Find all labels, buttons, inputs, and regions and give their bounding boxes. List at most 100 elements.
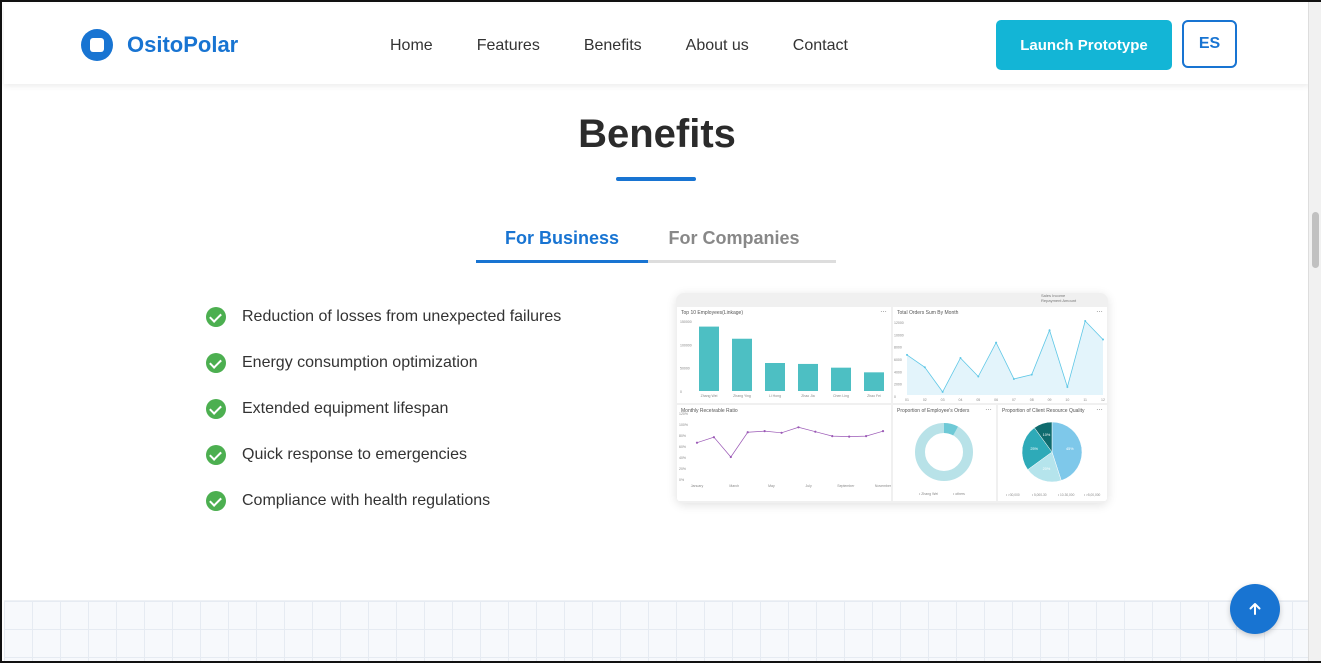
- x-tick-label: 06: [994, 398, 998, 402]
- data-point: [1102, 338, 1104, 341]
- legend-label: • others: [953, 492, 965, 496]
- donut-slice: [915, 423, 973, 481]
- bar: [765, 363, 785, 391]
- nav-benefits[interactable]: Benefits: [584, 37, 642, 55]
- launch-prototype-button[interactable]: Launch Prototype: [996, 20, 1172, 70]
- tab-for-business[interactable]: For Business: [476, 220, 648, 263]
- tick-label: 100%: [679, 423, 688, 427]
- tick-label: 50000: [680, 367, 690, 371]
- tick-label: 6000: [894, 358, 902, 362]
- logo[interactable]: OsitoPolar: [81, 29, 238, 61]
- nav-about-us[interactable]: About us: [686, 37, 749, 55]
- back-to-top-button[interactable]: [1230, 584, 1280, 634]
- arrow-up-icon: [1249, 603, 1261, 615]
- benefit-tabs: For Business For Companies: [476, 220, 836, 263]
- tick-label: 4000: [894, 370, 902, 374]
- data-label: 10%: [1043, 433, 1051, 437]
- browser-frame: OsitoPolar Home Features Benefits About …: [0, 0, 1321, 663]
- tick-label: 12000: [894, 321, 904, 325]
- data-point: [763, 430, 766, 433]
- data-point: [780, 431, 783, 434]
- site-header: OsitoPolar Home Features Benefits About …: [4, 4, 1310, 84]
- scrollbar-thumb[interactable]: [1312, 212, 1319, 268]
- x-tick-label: May: [768, 484, 775, 488]
- legend-label: • Zhang Wei: [919, 492, 938, 496]
- data-point: [941, 390, 944, 393]
- more-icon: …: [1096, 307, 1103, 314]
- nav-contact[interactable]: Contact: [793, 37, 848, 55]
- tick-label: 0: [894, 395, 896, 399]
- scrollbar[interactable]: [1308, 2, 1321, 661]
- bar: [699, 326, 719, 391]
- data-point: [831, 435, 834, 438]
- legend-label: • 5,000-30: [1032, 493, 1047, 497]
- more-icon: …: [985, 405, 992, 412]
- dashboard-preview-image: Sales Income Repayment Amount Top 10 Emp…: [676, 293, 1108, 503]
- x-tick-label: 07: [1012, 398, 1016, 402]
- data-point: [864, 435, 868, 438]
- x-tick-label: 03: [941, 398, 945, 402]
- data-point: [1012, 377, 1015, 380]
- data-point: [746, 431, 749, 434]
- data-label: 25%: [1030, 447, 1038, 451]
- x-tick-label: 12: [1101, 398, 1105, 402]
- logo-text: OsitoPolar: [127, 32, 239, 57]
- data-point: [1048, 329, 1051, 332]
- x-tick-label: Zhao Jia: [801, 394, 814, 398]
- logo-icon: [81, 29, 113, 61]
- tab-for-companies[interactable]: For Companies: [648, 220, 820, 260]
- bar-panel: Top 10 Employees(Linkage) … 150000 100000…: [677, 307, 891, 403]
- list-item: Quick response to emergencies: [206, 432, 561, 478]
- list-item: Compliance with health regulations: [206, 478, 561, 524]
- legend-label: • >5,00,000: [1084, 493, 1100, 497]
- panel-title: Proportion of Employee's Orders: [897, 408, 970, 414]
- line-chart: 12000 10000 8000 6000 4000 2000 0 01 02 03 04 05 06 0…: [894, 320, 1105, 402]
- tick-label: 2000: [894, 383, 902, 387]
- section-title: Benefits: [578, 112, 736, 156]
- x-tick-label: Li Hong: [769, 394, 781, 398]
- x-tick-label: January: [691, 484, 704, 488]
- nav-home[interactable]: Home: [390, 37, 433, 55]
- data-point: [923, 366, 926, 369]
- check-icon: [206, 491, 226, 511]
- bar-chart: 150000 100000 50000 0 Zhang Wei Zhang Ying Li …: [680, 320, 884, 398]
- list-item-text: Extended equipment lifespan: [242, 400, 449, 417]
- data-label: 20%: [1043, 467, 1051, 471]
- x-tick-label: 04: [959, 398, 963, 402]
- check-icon: [206, 353, 226, 373]
- x-tick-label: Zhang Ying: [733, 394, 751, 398]
- x-tick-label: 09: [1048, 398, 1052, 402]
- list-item: Extended equipment lifespan: [206, 386, 561, 432]
- data-point: [695, 441, 699, 444]
- data-point: [906, 353, 908, 356]
- donut-chart: • Zhang Wei • others: [915, 423, 973, 496]
- x-tick-label: November: [875, 484, 891, 488]
- bar: [864, 372, 884, 391]
- data-point: [881, 430, 885, 433]
- data-point: [729, 455, 732, 459]
- data-point: [848, 435, 851, 438]
- legend-item: Repayment Amount: [1041, 298, 1077, 303]
- ratio-panel: Monthly Receivable Ratio 120% 100% 80% 60% 4…: [677, 405, 892, 501]
- x-tick-label: Zhao Fei: [867, 394, 881, 398]
- benefit-list: Reduction of losses from unexpected fail…: [206, 294, 561, 524]
- series-line: [696, 426, 884, 458]
- panel-title: Monthly Receivable Ratio: [681, 408, 738, 414]
- language-toggle-button[interactable]: ES: [1182, 20, 1237, 68]
- panel-title: Total Orders Sum By Month: [897, 310, 959, 316]
- nav-features[interactable]: Features: [477, 37, 540, 55]
- panel-title: Top 10 Employees(Linkage): [681, 310, 743, 316]
- more-icon: …: [880, 307, 887, 314]
- ratio-chart: 120%100%80%60%40%20%0%January March May Jul…: [679, 412, 892, 488]
- next-section-background: [4, 600, 1310, 661]
- data-point: [1066, 385, 1069, 388]
- tick-label: 100000: [680, 343, 692, 347]
- data-point: [959, 357, 962, 359]
- data-point: [995, 341, 998, 344]
- tick-label: 80%: [679, 434, 686, 438]
- tick-label: 20%: [679, 467, 686, 471]
- x-tick-label: July: [805, 484, 811, 488]
- x-tick-label: Chen Ling: [833, 394, 849, 398]
- pie-chart: 45% 20% 25% 10% • >30,000 • 5,000-30 • 10-30,0…: [1006, 421, 1100, 497]
- x-tick-label: 05: [976, 398, 980, 402]
